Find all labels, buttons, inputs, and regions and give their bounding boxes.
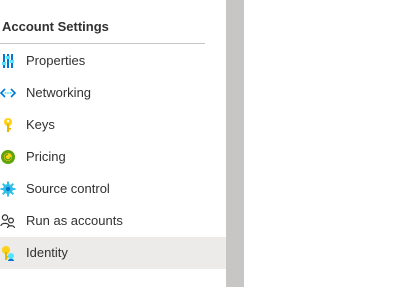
sidebar-item-label: Source control (26, 181, 110, 196)
sidebar: Account Settings Properties Networking K… (0, 0, 226, 287)
app-window: Account Settings Properties Networking K… (0, 0, 404, 287)
content-pane (244, 0, 404, 287)
sidebar-item-label: Run as accounts (26, 213, 123, 228)
pane-splitter[interactable] (226, 0, 244, 287)
properties-icon (2, 54, 14, 68)
networking-icon (0, 88, 16, 98)
key-icon (4, 118, 12, 132)
source-control-icon (0, 181, 16, 197)
sidebar-item-pricing[interactable]: Pricing (0, 141, 226, 173)
section-title-account-settings: Account Settings (2, 19, 109, 34)
identity-icon (2, 246, 14, 261)
sidebar-item-label: Pricing (26, 149, 66, 164)
sidebar-item-label: Keys (26, 117, 55, 132)
run-as-accounts-icon (0, 214, 16, 229)
sidebar-item-label: Networking (26, 85, 92, 100)
pricing-icon (1, 150, 15, 164)
sidebar-item-run-as-accounts[interactable]: Run as accounts (0, 205, 226, 237)
sidebar-item-source-control[interactable]: Source control (0, 173, 226, 205)
section-divider (0, 43, 205, 44)
sidebar-item-label: Properties (26, 53, 86, 68)
sidebar-item-keys[interactable]: Keys (0, 109, 226, 141)
sidebar-item-properties[interactable]: Properties (0, 45, 226, 77)
sidebar-item-identity[interactable]: Identity (0, 237, 226, 269)
sidebar-item-label: Identity (26, 245, 68, 260)
sidebar-item-networking[interactable]: Networking (0, 77, 226, 109)
